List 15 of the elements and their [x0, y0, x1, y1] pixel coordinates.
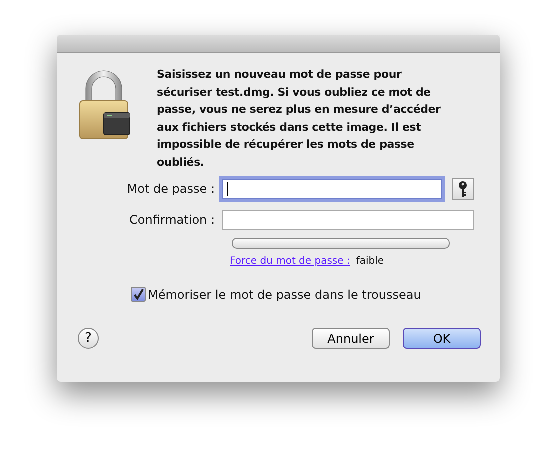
strength-value: faible: [356, 256, 384, 266]
checkbox-label: Mémoriser le mot de passe dans le trousseau: [148, 288, 422, 302]
ok-button[interactable]: OK: [403, 328, 481, 349]
confirmation-field[interactable]: [222, 210, 474, 230]
keychain-checkbox[interactable]: [131, 287, 146, 302]
dialog-message: Saisissez un nouveau mot de passe pour sécuriser test.dmg. Si vous oubliez ce mot de passe, vous ne serez plus en mesure d’accéder aux fichiers stockés dans cette image. Il est impossible de récupérer les mots de passe oubliés.: [157, 67, 442, 170]
field-label: Confirmation :: [128, 213, 216, 227]
field-label: Mot de passe :: [126, 182, 216, 196]
help-button[interactable]: ?: [78, 328, 99, 349]
padlock-icon: [78, 69, 130, 141]
password-field[interactable]: [222, 179, 442, 199]
cancel-button[interactable]: Annuler: [312, 328, 390, 349]
key-icon: [458, 181, 468, 197]
password-assistant-button[interactable]: [452, 178, 474, 200]
strength-link[interactable]: Force du mot de passe :: [230, 256, 350, 266]
